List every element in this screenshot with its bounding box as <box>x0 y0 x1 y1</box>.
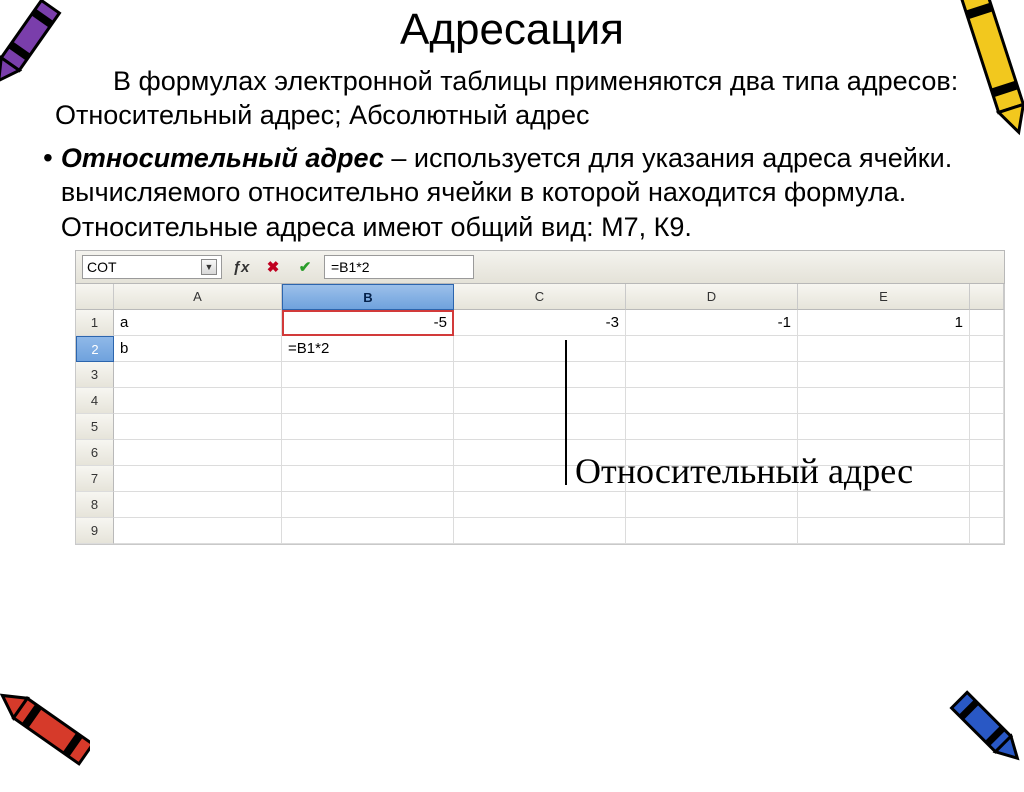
cancel-icon[interactable]: ✖ <box>260 255 286 279</box>
cell[interactable] <box>282 492 454 518</box>
column-header-row: A B C D E <box>76 284 1004 310</box>
cell[interactable] <box>626 362 798 388</box>
cell[interactable]: a <box>114 310 282 336</box>
row-header[interactable]: 6 <box>76 440 114 466</box>
cell[interactable] <box>282 414 454 440</box>
bullet-term: Относительный адрес <box>61 143 384 173</box>
callout-line <box>565 340 567 485</box>
cell[interactable] <box>282 388 454 414</box>
cell-editing-B2[interactable]: =B1*2 <box>282 336 454 362</box>
corner-cell[interactable] <box>76 284 114 310</box>
crayon-yellow-icon <box>949 0 1024 165</box>
cell[interactable] <box>282 518 454 544</box>
cell <box>970 336 1004 362</box>
cell <box>970 440 1004 466</box>
crayon-purple-icon <box>0 0 70 110</box>
intro-paragraph: В формулах электронной таблицы применяют… <box>55 65 969 133</box>
cell[interactable] <box>114 518 282 544</box>
cell[interactable] <box>454 518 626 544</box>
row-header[interactable]: 7 <box>76 466 114 492</box>
cell <box>970 310 1004 336</box>
bullet-marker: • <box>43 141 53 175</box>
slide-title: Адресация <box>45 0 979 65</box>
col-header-A[interactable]: A <box>114 284 282 310</box>
row-header[interactable]: 4 <box>76 388 114 414</box>
function-wizard-icon[interactable]: ƒx <box>228 255 254 279</box>
cell[interactable] <box>626 388 798 414</box>
col-header-B[interactable]: B <box>282 284 454 310</box>
row-header[interactable]: 9 <box>76 518 114 544</box>
table-row: 2 b =B1*2 <box>76 336 1004 362</box>
cell[interactable] <box>798 492 970 518</box>
formula-input[interactable]: =B1*2 <box>324 255 474 279</box>
table-row: 4 <box>76 388 1004 414</box>
cell[interactable]: -1 <box>626 310 798 336</box>
row-header[interactable]: 1 <box>76 310 114 336</box>
col-header-D[interactable]: D <box>626 284 798 310</box>
cell[interactable] <box>798 388 970 414</box>
cell[interactable] <box>626 336 798 362</box>
formula-bar: COT ▼ ƒx ✖ ✔ =B1*2 <box>75 250 1005 284</box>
cell[interactable] <box>626 492 798 518</box>
cell[interactable]: -3 <box>454 310 626 336</box>
spreadsheet-grid: A B C D E 1 a -5 -3 -1 1 2 b =B1*2 <box>75 284 1005 545</box>
name-box[interactable]: COT ▼ <box>82 255 222 279</box>
name-box-value: COT <box>87 259 117 275</box>
cell[interactable] <box>798 518 970 544</box>
cell[interactable]: 1 <box>798 310 970 336</box>
cell[interactable] <box>454 362 626 388</box>
cell[interactable] <box>114 388 282 414</box>
table-row: 3 <box>76 362 1004 388</box>
callout-label: Относительный адрес <box>575 450 913 492</box>
cell[interactable] <box>114 414 282 440</box>
cell-active-B1[interactable]: -5 <box>282 310 454 336</box>
cell[interactable] <box>282 440 454 466</box>
table-row: 5 <box>76 414 1004 440</box>
bullet-item: • Относительный адрес – используется для… <box>45 141 979 245</box>
cell[interactable] <box>454 388 626 414</box>
cell <box>970 362 1004 388</box>
cell[interactable] <box>114 440 282 466</box>
cell[interactable] <box>114 492 282 518</box>
crayon-blue-icon <box>949 677 1024 787</box>
cell[interactable] <box>798 336 970 362</box>
name-box-dropdown-icon[interactable]: ▼ <box>201 259 217 275</box>
cell[interactable] <box>626 414 798 440</box>
cell[interactable] <box>626 518 798 544</box>
table-row: 1 a -5 -3 -1 1 <box>76 310 1004 336</box>
cell[interactable] <box>114 362 282 388</box>
cell[interactable] <box>454 414 626 440</box>
cell <box>970 518 1004 544</box>
col-header-E[interactable]: E <box>798 284 970 310</box>
cell[interactable] <box>798 362 970 388</box>
row-header[interactable]: 3 <box>76 362 114 388</box>
table-row: 9 <box>76 518 1004 544</box>
crayon-red-icon <box>0 652 90 792</box>
cell[interactable] <box>798 414 970 440</box>
cell <box>970 466 1004 492</box>
cell <box>970 414 1004 440</box>
col-header-end <box>970 284 1004 310</box>
bullet-text: Относительный адрес – используется для у… <box>61 141 979 245</box>
formula-value: =B1*2 <box>331 259 370 275</box>
cell <box>970 388 1004 414</box>
cell[interactable] <box>282 466 454 492</box>
row-header-active[interactable]: 2 <box>76 336 114 362</box>
table-row: 8 <box>76 492 1004 518</box>
cell[interactable] <box>282 362 454 388</box>
cell[interactable] <box>114 466 282 492</box>
cell[interactable] <box>454 336 626 362</box>
row-header[interactable]: 5 <box>76 414 114 440</box>
spreadsheet-screenshot: COT ▼ ƒx ✖ ✔ =B1*2 A B C D E 1 a <box>75 250 1005 545</box>
cell[interactable] <box>454 492 626 518</box>
row-header[interactable]: 8 <box>76 492 114 518</box>
cell <box>970 492 1004 518</box>
cell[interactable]: b <box>114 336 282 362</box>
col-header-C[interactable]: C <box>454 284 626 310</box>
accept-icon[interactable]: ✔ <box>292 255 318 279</box>
